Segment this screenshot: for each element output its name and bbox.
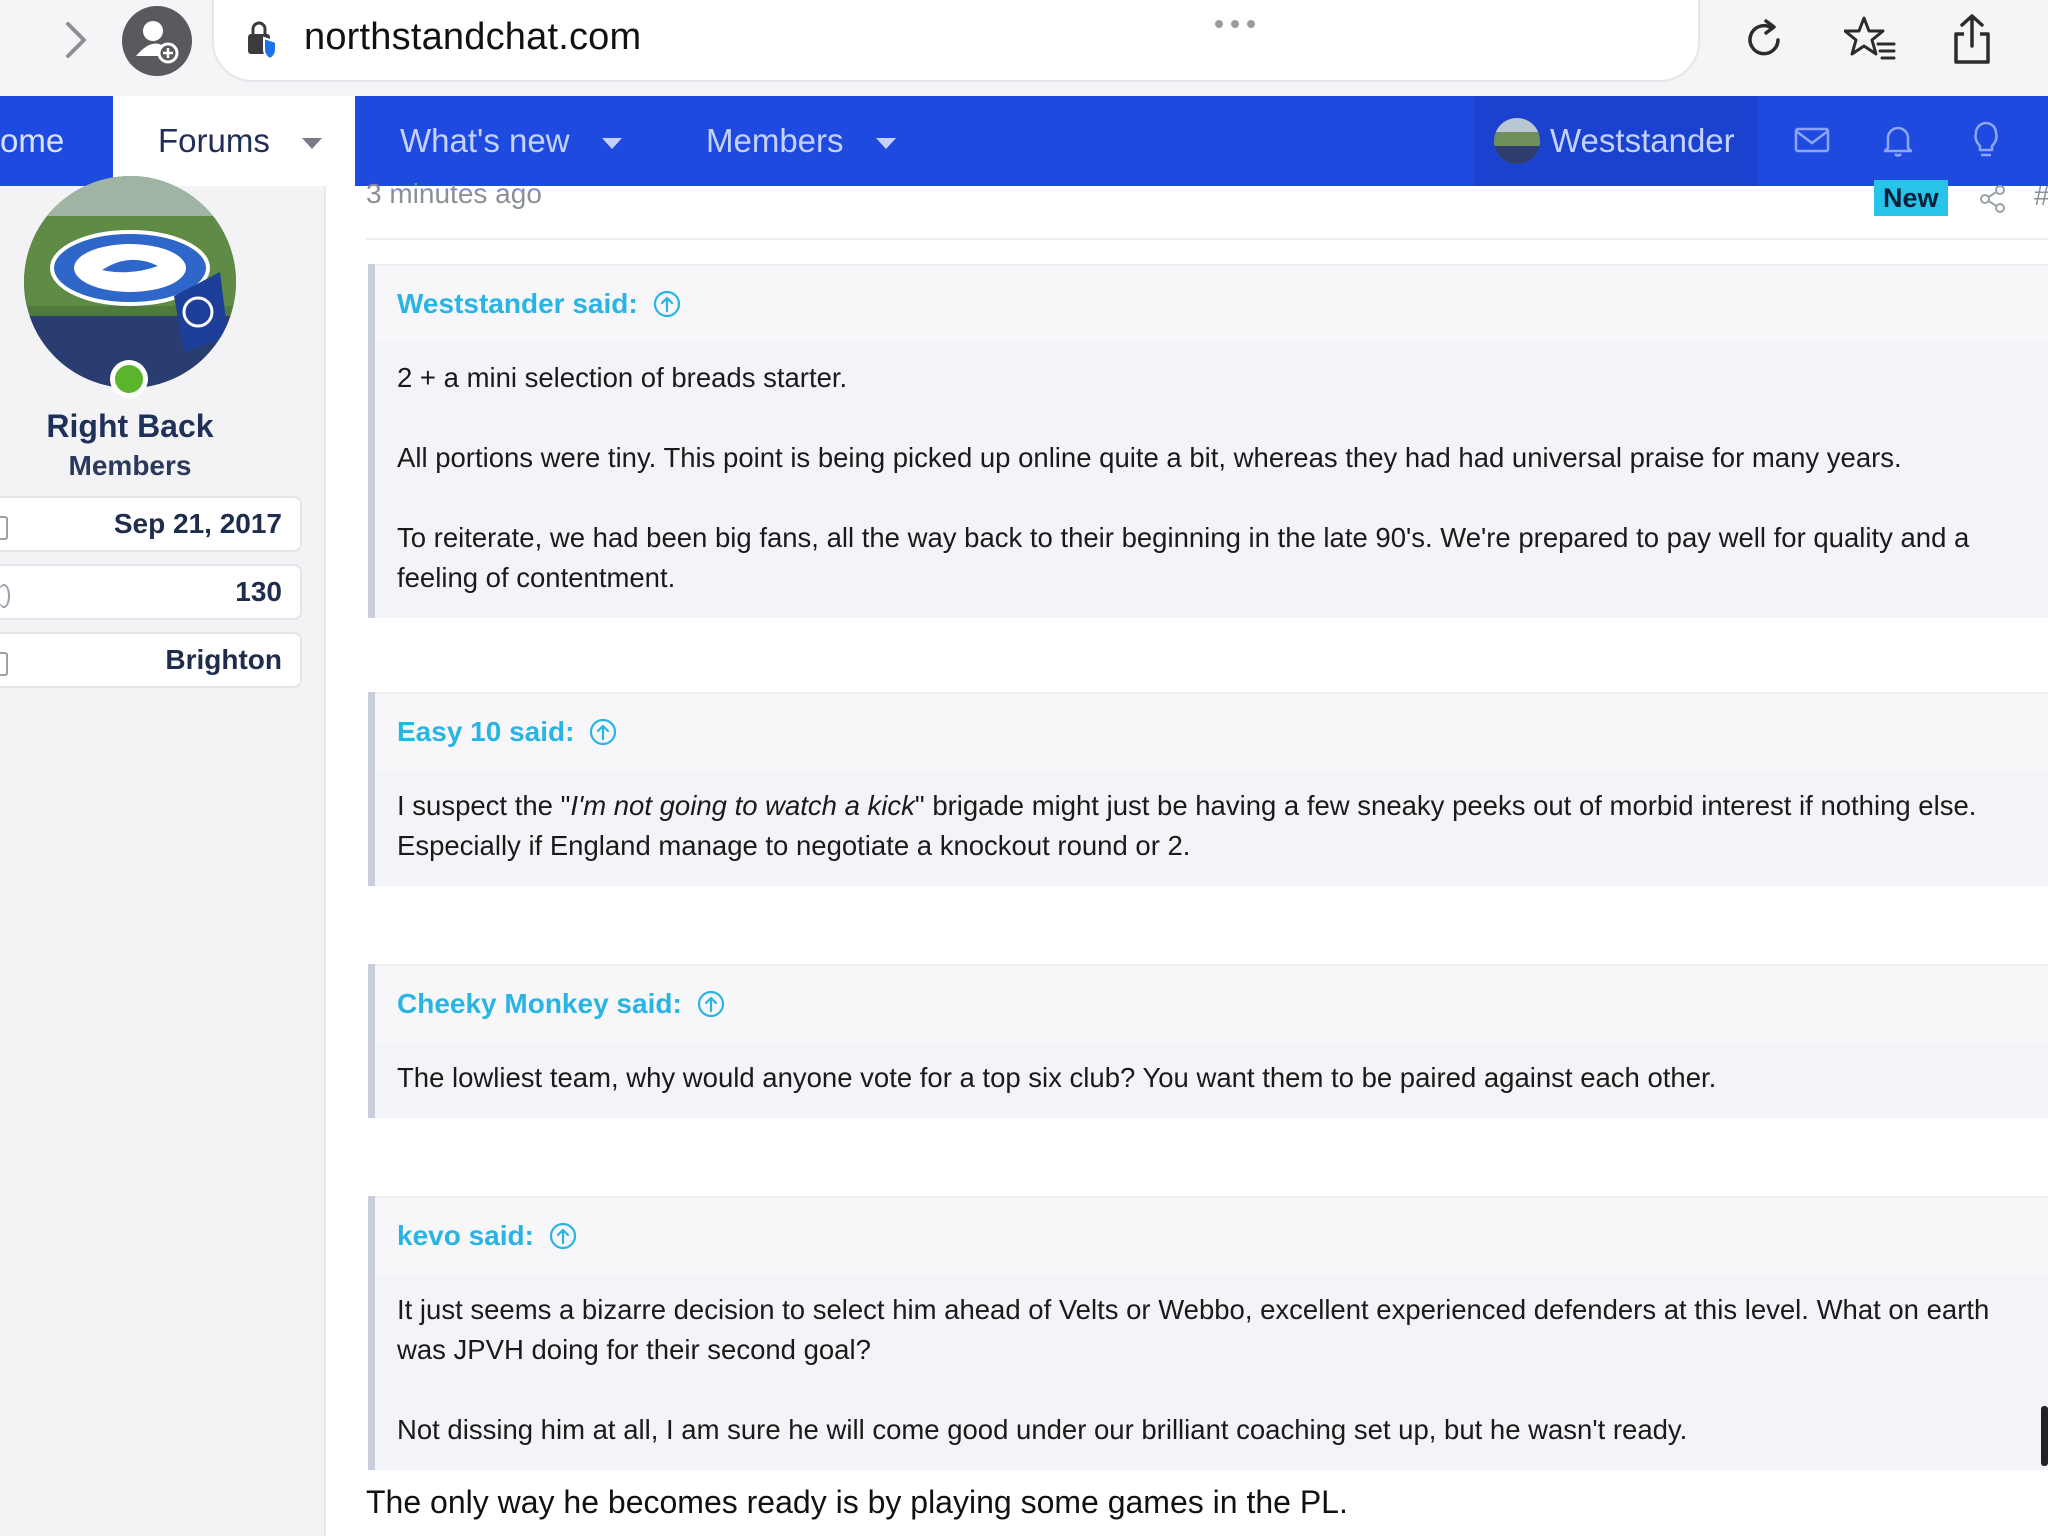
quote-body: The lowliest team, why would anyone vote… bbox=[375, 1042, 2048, 1118]
nav-forums[interactable]: Forums bbox=[113, 96, 355, 186]
profile-button[interactable] bbox=[122, 6, 192, 76]
quote-text: feeling of contentment. bbox=[397, 562, 676, 593]
quote-text: It just seems a bizarre decision to sele… bbox=[397, 1294, 1990, 1325]
messages-icon bbox=[0, 584, 10, 608]
stat-location: Brighton bbox=[0, 632, 302, 688]
quote-block: Easy 10 said: I suspect the "I'm not goi… bbox=[368, 692, 2048, 886]
quote-block: Weststander said: 2 + a mini selection o… bbox=[368, 264, 2048, 618]
quote-header: kevo said: bbox=[375, 1196, 2048, 1274]
calendar-icon bbox=[0, 516, 8, 540]
quote-author-link[interactable]: Cheeky Monkey said: bbox=[397, 988, 682, 1020]
quote-header: Easy 10 said: bbox=[375, 692, 2048, 770]
arrow-up-circle-icon[interactable] bbox=[588, 717, 618, 747]
chevron-down-icon[interactable] bbox=[875, 137, 896, 149]
share-icon[interactable] bbox=[1948, 12, 1996, 66]
nav-members[interactable]: Members bbox=[706, 96, 896, 186]
address-bar[interactable]: northstandchat.com bbox=[212, 0, 1700, 82]
nav-whats-new[interactable]: What's new bbox=[400, 96, 622, 186]
quote-body: 2 + a mini selection of breads starter. … bbox=[375, 342, 2048, 618]
favorites-icon[interactable] bbox=[1844, 14, 1896, 64]
more-dots-icon[interactable] bbox=[1212, 14, 1258, 34]
username: Weststander bbox=[1550, 122, 1735, 159]
post-reply-text: The only way he becomes ready is by play… bbox=[366, 1484, 1348, 1520]
quote-text: Especially if England manage to negotiat… bbox=[397, 830, 1191, 861]
quote-author-link[interactable]: Weststander said: bbox=[397, 288, 638, 320]
new-badge: New bbox=[1874, 180, 1948, 216]
poster-avatar[interactable] bbox=[24, 176, 236, 388]
bell-icon[interactable] bbox=[1878, 120, 1918, 160]
arrow-up-circle-icon[interactable] bbox=[548, 1221, 578, 1251]
url-text: northstandchat.com bbox=[304, 16, 642, 58]
quote-text: To reiterate, we had been big fans, all … bbox=[397, 522, 1970, 553]
user-avatar bbox=[1494, 118, 1540, 164]
quote-text: Not dissing him at all, I am sure he wil… bbox=[397, 1414, 1688, 1445]
quote-text: The lowliest team, why would anyone vote… bbox=[397, 1062, 1717, 1093]
stat-joined: Sep 21, 2017 bbox=[0, 496, 302, 552]
share-icon[interactable] bbox=[1978, 184, 2008, 214]
stat-messages: 130 bbox=[0, 564, 302, 620]
stat-value: Sep 21, 2017 bbox=[113, 508, 282, 539]
location-icon bbox=[0, 652, 8, 676]
arrow-up-circle-icon[interactable] bbox=[696, 989, 726, 1019]
post-permalink[interactable]: # bbox=[2034, 180, 2048, 212]
quote-header: Cheeky Monkey said: bbox=[375, 964, 2048, 1042]
quote-block: Cheeky Monkey said: The lowliest team, w… bbox=[368, 964, 2048, 1118]
nav-home[interactable]: ome bbox=[0, 96, 110, 186]
chevron-down-icon[interactable] bbox=[301, 137, 322, 149]
poster-role: Members bbox=[68, 450, 192, 481]
quote-body: I suspect the "I'm not going to watch a … bbox=[375, 770, 2048, 886]
stat-value: Brighton bbox=[165, 644, 282, 675]
arrow-up-circle-icon[interactable] bbox=[652, 289, 682, 319]
forum-navbar: ome Forums What's new Members Weststande… bbox=[0, 96, 2048, 186]
nav-forums-label: Forums bbox=[158, 122, 270, 159]
scrollbar-thumb[interactable] bbox=[2041, 1406, 2048, 1466]
account-menu[interactable]: Weststander bbox=[1474, 96, 1758, 186]
reload-icon[interactable] bbox=[1740, 16, 1788, 64]
quote-author-link[interactable]: Easy 10 said: bbox=[397, 716, 574, 748]
lock-icon bbox=[248, 21, 277, 60]
quote-header: Weststander said: bbox=[375, 264, 2048, 342]
online-status-icon bbox=[110, 360, 148, 398]
nav-members-label: Members bbox=[706, 122, 844, 159]
poster-name[interactable]: Right Back bbox=[0, 408, 260, 445]
nav-home-label: ome bbox=[0, 122, 65, 159]
nav-whats-new-label: What's new bbox=[400, 122, 570, 159]
quote-text: All portions were tiny. This point is be… bbox=[397, 442, 1902, 473]
browser-toolbar: northstandchat.com bbox=[0, 0, 2048, 96]
quote-body: It just seems a bizarre decision to sele… bbox=[375, 1274, 2048, 1470]
stat-value: 130 bbox=[235, 576, 282, 607]
post-timestamp[interactable]: 3 minutes ago bbox=[366, 178, 542, 210]
quote-block: kevo said: It just seems a bizarre decis… bbox=[368, 1196, 2048, 1470]
poster-sidebar: Right Back Members Sep 21, 2017 130 Brig… bbox=[0, 176, 326, 1536]
quote-author-link[interactable]: kevo said: bbox=[397, 1220, 534, 1252]
inbox-icon[interactable] bbox=[1792, 120, 1832, 160]
profile-icon bbox=[136, 21, 179, 64]
divider bbox=[366, 238, 2048, 240]
forward-icon[interactable] bbox=[56, 18, 96, 62]
quote-text: was JPVH doing for their second goal? bbox=[397, 1334, 871, 1365]
chevron-down-icon[interactable] bbox=[601, 137, 622, 149]
quote-text: 2 + a mini selection of breads starter. bbox=[397, 362, 848, 393]
quote-text: I suspect the "I'm not going to watch a … bbox=[397, 790, 1977, 821]
lightbulb-icon[interactable] bbox=[1966, 120, 2006, 160]
